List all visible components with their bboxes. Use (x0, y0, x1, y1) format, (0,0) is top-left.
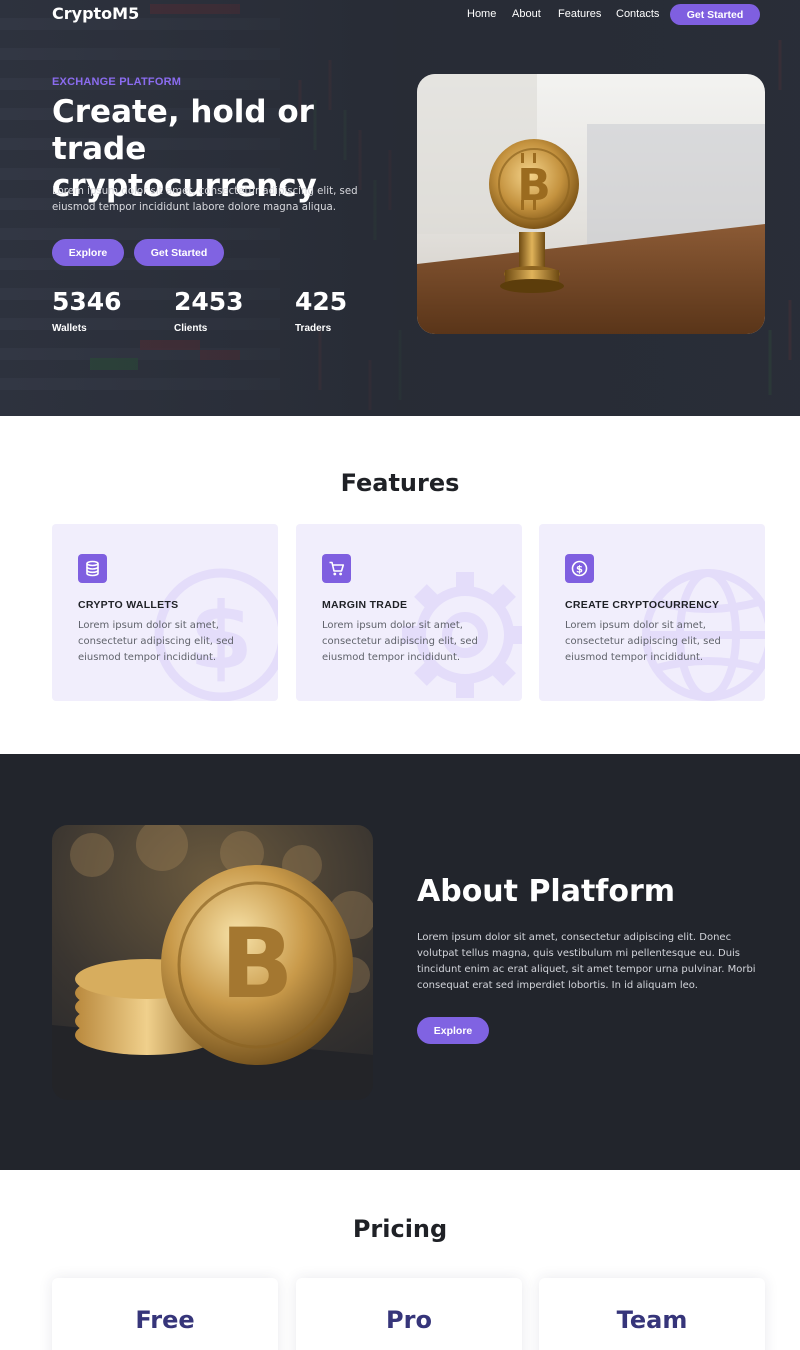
feature-description: Lorem ipsum dolor sit amet, consectetur … (78, 620, 234, 663)
database-icon (78, 554, 107, 583)
stat-traders-label: Traders (295, 323, 332, 334)
feature-description: Lorem ipsum dolor sit amet, consectetur … (322, 620, 478, 663)
about-heading: About Platform (417, 874, 676, 909)
about-explore-button[interactable]: Explore (417, 1017, 489, 1044)
hero-explore-button[interactable]: Explore (52, 239, 124, 266)
feature-card-create-cryptocurrency: $ CREATE CRYPTOCURRENCY Lorem ipsum dolo… (539, 524, 765, 701)
site-logo[interactable]: CryptoM5 (52, 4, 139, 23)
hero-section: CryptoM5 Home About Features Contacts Ge… (0, 0, 800, 416)
stat-clients-label: Clients (174, 323, 208, 334)
feature-card-margin-trade: MARGIN TRADE Lorem ipsum dolor sit amet,… (296, 524, 522, 701)
top-navigation: CryptoM5 Home About Features Contacts Ge… (0, 0, 800, 28)
pricing-card-team: Team (539, 1278, 765, 1350)
stat-wallets-value: 5346 (52, 287, 122, 316)
plan-name: Team (616, 1306, 688, 1334)
feature-title: MARGIN TRADE (322, 599, 408, 611)
hero-eyebrow: EXCHANGE PLATFORM (52, 76, 182, 88)
cart-icon (322, 554, 351, 583)
stat-clients-value: 2453 (174, 287, 244, 316)
pricing-section: Pricing Free Pro Team (0, 1170, 800, 1350)
svg-text:$: $ (576, 564, 583, 575)
hero-get-started-button[interactable]: Get Started (134, 239, 224, 266)
hero-bitcoin-photo: B (417, 74, 765, 334)
plan-name: Pro (386, 1306, 432, 1334)
feature-card-crypto-wallets: $ CRYPTO WALLETS Lorem ipsum dolor sit a… (52, 524, 278, 701)
pricing-heading: Pricing (352, 1215, 448, 1243)
about-section: B About Platform Lorem ipsum dolor sit a… (0, 754, 800, 1170)
features-section: Features $ CRYPTO WALLETS Lorem ipsum do… (0, 416, 800, 754)
dollar-coin-icon: $ (565, 554, 594, 583)
hero-description: Lorem ipsum dolor sit amet, consectetur … (52, 186, 358, 213)
nav-link-features[interactable]: Features (558, 8, 601, 20)
nav-link-about[interactable]: About (512, 8, 541, 20)
nav-link-home[interactable]: Home (467, 8, 496, 20)
feature-description: Lorem ipsum dolor sit amet, consectetur … (565, 620, 721, 663)
feature-title: CREATE CRYPTOCURRENCY (565, 599, 720, 611)
nav-get-started-button[interactable]: Get Started (670, 4, 760, 25)
about-bitcoin-photo: B (52, 825, 373, 1100)
pricing-card-free: Free (52, 1278, 278, 1350)
stat-traders-value: 425 (295, 287, 348, 316)
feature-title: CRYPTO WALLETS (78, 599, 179, 611)
plan-name: Free (135, 1306, 195, 1334)
stat-wallets-label: Wallets (52, 323, 87, 334)
nav-link-contacts[interactable]: Contacts (616, 8, 659, 20)
features-heading: Features (340, 469, 460, 497)
svg-text:B: B (220, 908, 293, 1020)
pricing-card-pro: Pro (296, 1278, 522, 1350)
about-description: Lorem ipsum dolor sit amet, consectetur … (417, 932, 756, 991)
